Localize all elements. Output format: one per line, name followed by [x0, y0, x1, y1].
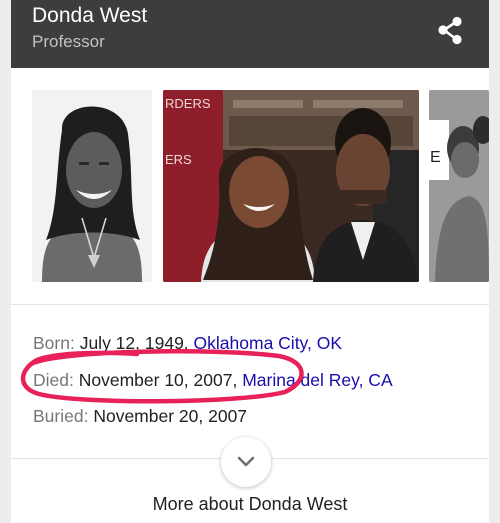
- born-label: Born:: [33, 333, 75, 353]
- panel-header: Donda West Professor: [11, 0, 489, 68]
- born-place-link[interactable]: Oklahoma City, OK: [194, 333, 342, 353]
- share-icon: [438, 16, 462, 45]
- died-date: November 10, 2007,: [78, 370, 238, 390]
- share-button[interactable]: [433, 13, 469, 49]
- born-date: July 12, 1949,: [79, 333, 189, 353]
- chevron-down-icon: [237, 456, 255, 467]
- expand-button[interactable]: [221, 437, 271, 487]
- portrait-photo[interactable]: [32, 90, 152, 282]
- fact-died: Died: November 10, 2007, Marina del Rey,…: [33, 370, 393, 391]
- more-about-link[interactable]: More about Donda West: [11, 494, 489, 515]
- entity-subtitle: Professor: [32, 32, 105, 51]
- died-place-link[interactable]: Marina del Rey, CA: [242, 370, 392, 390]
- died-label: Died:: [33, 370, 74, 390]
- screen-bezel-left: [0, 0, 11, 523]
- event-photo[interactable]: RDERS ERS: [163, 90, 419, 282]
- knowledge-panel: Donda West Professor RDERS ERS E Born: J…: [11, 0, 489, 523]
- svg-text:RDERS: RDERS: [165, 96, 211, 111]
- entity-title: Donda West: [32, 4, 148, 27]
- photos-divider: [11, 304, 489, 305]
- svg-text:ERS: ERS: [165, 152, 192, 167]
- fact-born: Born: July 12, 1949, Oklahoma City, OK: [33, 333, 342, 354]
- screen-bezel-right: [489, 0, 500, 523]
- fact-buried: Buried: November 20, 2007: [33, 406, 247, 427]
- buried-label: Buried:: [33, 406, 89, 426]
- buried-date: November 20, 2007: [93, 406, 248, 426]
- svg-text:E: E: [430, 149, 441, 166]
- cropped-photo[interactable]: E: [429, 90, 489, 282]
